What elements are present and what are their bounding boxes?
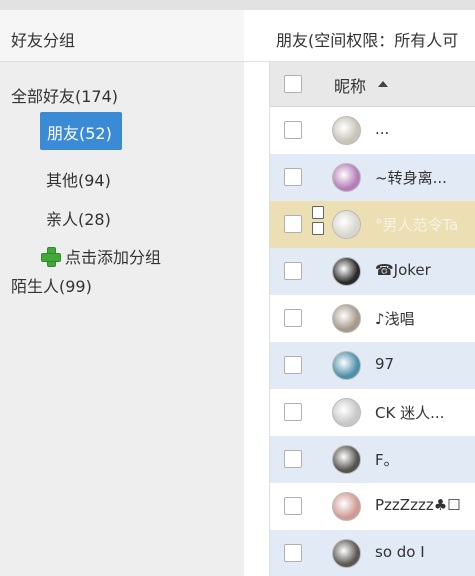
top-strip	[0, 0, 475, 10]
contact-row[interactable]: so do I	[270, 530, 475, 576]
contact-row[interactable]: 97	[270, 342, 475, 389]
avatar-icon	[332, 445, 361, 474]
avatar-icon	[332, 304, 361, 333]
avatar-icon	[332, 210, 361, 239]
group-item-other[interactable]: 其他(94)	[46, 167, 111, 191]
avatar-icon	[332, 492, 361, 521]
avatar-icon	[332, 539, 361, 568]
sort-ascending-icon[interactable]	[378, 81, 388, 87]
contact-nickname: ♪浅唱	[375, 310, 415, 328]
avatar-icon	[332, 257, 361, 286]
avatar-icon	[332, 163, 361, 192]
column-header-nickname[interactable]: 昵称	[334, 73, 366, 97]
add-group-button[interactable]: 点击添加分组	[40, 244, 161, 268]
contact-row[interactable]: °男人范令Ta	[270, 201, 475, 248]
add-group-label: 点击添加分组	[65, 248, 162, 267]
list-header: 朋友(空间权限：所有人可	[244, 10, 475, 62]
contact-nickname: PzzZzzz♣☐	[375, 496, 461, 514]
contact-checkbox[interactable]	[284, 168, 302, 186]
contact-nickname: 97	[375, 355, 395, 373]
avatar-icon	[332, 116, 361, 145]
contact-row[interactable]: ☎Joker	[270, 248, 475, 295]
contact-row[interactable]: F。	[270, 436, 475, 483]
contact-row[interactable]: ...	[270, 107, 475, 154]
contact-checkbox[interactable]	[284, 262, 302, 280]
contact-nickname: ...	[375, 120, 390, 138]
select-all-checkbox[interactable]	[284, 75, 302, 93]
contact-checkbox[interactable]	[284, 450, 302, 468]
avatar-icon	[332, 351, 361, 380]
contact-nickname: so do I	[375, 543, 425, 561]
sidebar-header: 好友分组	[0, 10, 244, 62]
contact-checkbox[interactable]	[284, 403, 302, 421]
row-action-icons[interactable]	[312, 206, 324, 240]
list-title: 朋友(空间权限：所有人可	[276, 31, 459, 50]
group-item-friends[interactable]: 朋友(52)	[40, 112, 122, 150]
group-item-strangers[interactable]: 陌生人(99)	[11, 273, 92, 297]
contact-row[interactable]: CK 迷人...	[270, 389, 475, 436]
message-icon[interactable]	[312, 222, 324, 235]
contact-row[interactable]: ♪浅唱	[270, 295, 475, 342]
contact-nickname: ☎Joker	[375, 261, 431, 279]
contact-checkbox[interactable]	[284, 356, 302, 374]
plus-icon	[40, 246, 61, 267]
contact-nickname: °男人范令Ta	[375, 216, 459, 234]
contact-checkbox[interactable]	[284, 309, 302, 327]
contact-row[interactable]: ~转身离...	[270, 154, 475, 201]
contact-checkbox[interactable]	[284, 121, 302, 139]
group-sidebar: 好友分组 全部好友(174) 朋友(52) 其他(94) 亲人(28) 点击添加…	[0, 10, 244, 576]
column-header-row: 昵称	[270, 62, 475, 107]
contact-nickname: CK 迷人...	[375, 404, 445, 422]
avatar-icon	[332, 398, 361, 427]
profile-icon[interactable]	[312, 206, 324, 219]
contact-list-panel: 朋友(空间权限：所有人可 昵称 ... ~转身离... °男人范令Ta ☎Joker ♪…	[244, 10, 475, 576]
contact-checkbox[interactable]	[284, 497, 302, 515]
contact-checkbox[interactable]	[284, 215, 302, 233]
contact-nickname: ~转身离...	[375, 169, 447, 187]
contact-nickname: F。	[375, 451, 399, 469]
group-item-all-friends[interactable]: 全部好友(174)	[11, 83, 118, 107]
group-item-family[interactable]: 亲人(28)	[46, 206, 111, 230]
contact-checkbox[interactable]	[284, 544, 302, 562]
contact-row[interactable]: PzzZzzz♣☐	[270, 483, 475, 530]
sidebar-title: 好友分组	[11, 31, 76, 50]
